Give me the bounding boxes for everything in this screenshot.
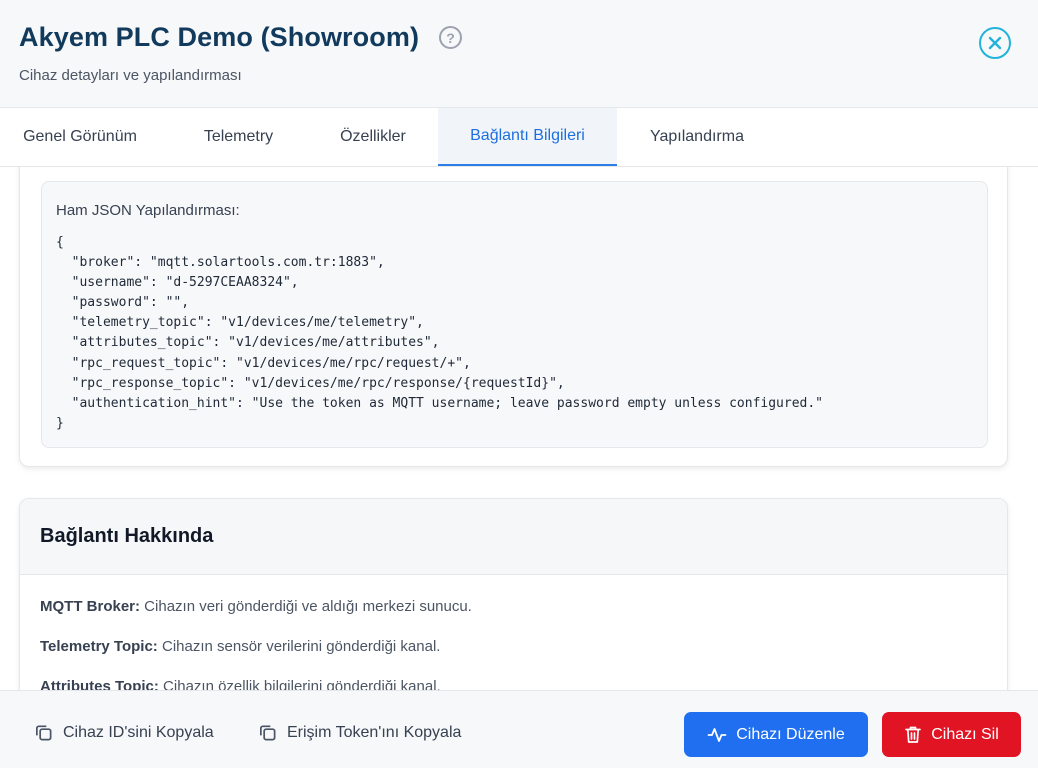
close-icon[interactable]: [979, 27, 1011, 59]
json-label: Ham JSON Yapılandırması:: [56, 202, 240, 219]
about-card-header: Bağlantı Hakkında: [20, 499, 1007, 575]
info-term: MQTT Broker:: [40, 598, 141, 615]
tab-configuration[interactable]: Yapılandırma: [627, 108, 767, 166]
copy-token-label: Erişim Token'ını Kopyala: [287, 723, 462, 741]
delete-device-button[interactable]: Cihazı Sil: [882, 712, 1021, 757]
info-attributes-topic: Attributes Topic: Cihazın özellik bilgil…: [40, 678, 441, 690]
info-desc: Cihazın sensör verilerini gönderdiği kan…: [157, 638, 441, 655]
json-box: Ham JSON Yapılandırması: { "broker": "mq…: [41, 181, 988, 448]
about-card: Bağlantı Hakkında MQTT Broker: Cihazın v…: [19, 498, 1008, 690]
edit-device-button[interactable]: Cihazı Düzenle: [684, 712, 868, 757]
scroll-content[interactable]: Ham JSON Yapılandırması: { "broker": "mq…: [0, 167, 1038, 690]
delete-device-label: Cihazı Sil: [931, 725, 999, 743]
trash-icon: [905, 726, 922, 743]
info-mqtt-broker: MQTT Broker: Cihazın veri gönderdiği ve …: [40, 598, 472, 615]
copy-id-label: Cihaz ID'sini Kopyala: [63, 723, 214, 741]
info-term: Telemetry Topic:: [40, 638, 158, 655]
tab-connection[interactable]: Bağlantı Bilgileri: [438, 108, 617, 166]
info-desc: Cihazın veri gönderdiği ve aldığı merkez…: [140, 598, 472, 615]
title-row: Akyem PLC Demo (Showroom) ?: [19, 22, 463, 53]
tab-general[interactable]: Genel Görünüm: [0, 108, 160, 166]
help-icon[interactable]: ?: [439, 26, 463, 49]
copy-token-button[interactable]: Erişim Token'ını Kopyala: [258, 723, 461, 742]
tab-telemetry[interactable]: Telemetry: [170, 108, 307, 166]
about-title: Bağlantı Hakkında: [40, 525, 214, 547]
json-code: { "broker": "mqtt.solartools.com.tr:1883…: [56, 235, 824, 431]
info-telemetry-topic: Telemetry Topic: Cihazın sensör verileri…: [40, 638, 440, 655]
copy-icon: [259, 725, 276, 741]
page-subtitle: Cihaz detayları ve yapılandırması: [19, 67, 242, 84]
info-term: Attributes Topic:: [40, 678, 159, 690]
info-desc: Cihazın özellik bilgilerini gönderdiği k…: [158, 678, 441, 690]
activity-icon: [707, 727, 727, 742]
tab-properties[interactable]: Özellikler: [318, 108, 428, 166]
copy-icon: [35, 725, 52, 741]
tab-bar: Genel Görünüm Telemetry Özellikler Bağla…: [0, 108, 1038, 167]
modal-footer: Cihaz ID'sini Kopyala Erişim Token'ını K…: [0, 690, 1038, 768]
modal-header: Akyem PLC Demo (Showroom) ? Cihaz detayl…: [0, 0, 1038, 108]
copy-id-button[interactable]: Cihaz ID'sini Kopyala: [34, 723, 214, 742]
edit-device-label: Cihazı Düzenle: [736, 725, 845, 743]
page-title: Akyem PLC Demo (Showroom): [19, 22, 420, 52]
json-card: Ham JSON Yapılandırması: { "broker": "mq…: [19, 167, 1008, 467]
